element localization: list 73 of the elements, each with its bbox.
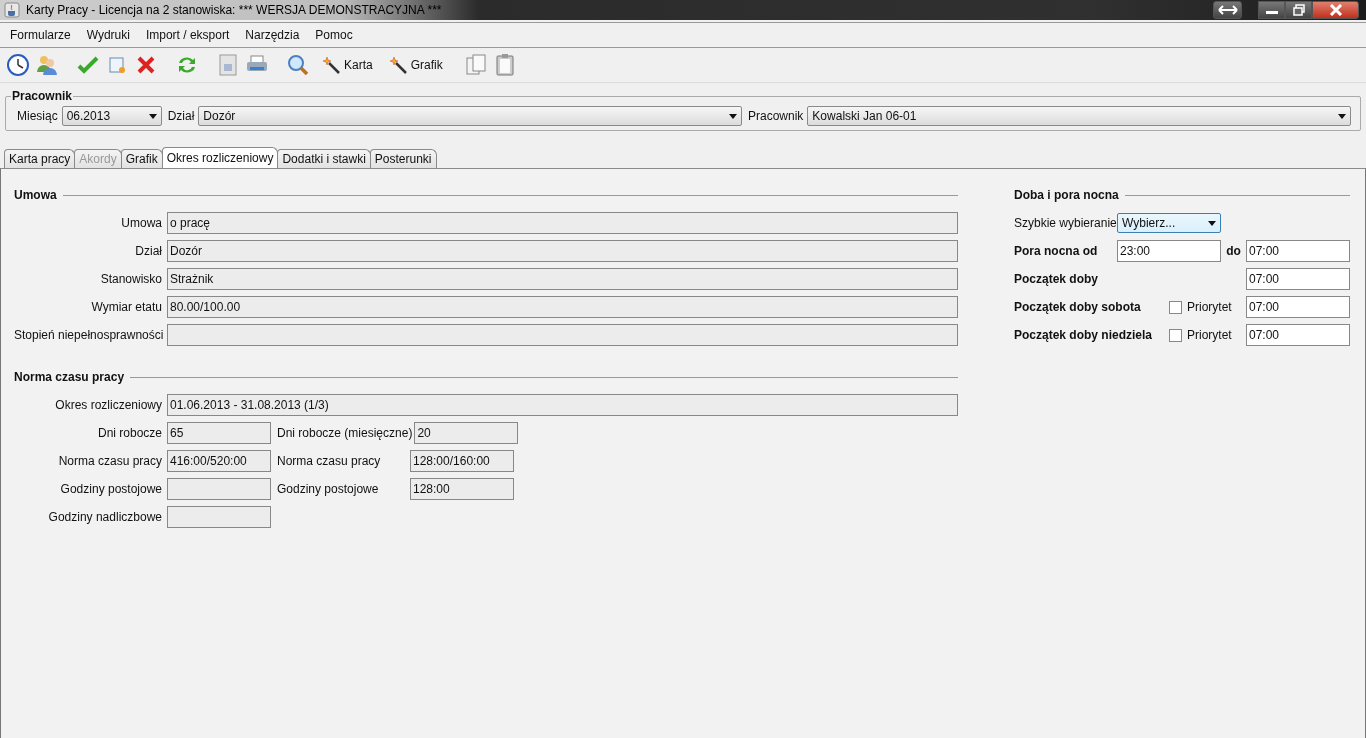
field-label: Norma czasu pracy [57,454,162,468]
dropdown[interactable]: Wybierz... [1117,213,1221,233]
read-only-field: 20 [414,422,519,444]
field-label: Dział [134,244,162,258]
resize-arrows-icon[interactable] [1213,1,1242,19]
read-only-field: Dozór [167,240,958,262]
field-label: do [1225,244,1242,258]
close-button[interactable] [1312,1,1359,19]
read-only-field: 65 [167,422,271,444]
field-label: Pora nocna od [1014,244,1099,258]
section-title: Doba i pora nocna [1014,188,1119,202]
maximize-button[interactable] [1285,1,1312,19]
time-field[interactable]: 07:00 [1246,268,1350,290]
field-label: Dni robocze (miesięczne) [277,426,413,440]
field-label: Godziny postojowe [59,482,162,496]
close-icon [1328,4,1343,16]
read-only-field: Strażnik [167,268,958,290]
read-only-field: 128:00 [410,478,514,500]
dropdown[interactable]: Kowalski Jan 06-01 [807,106,1351,126]
minimize-button[interactable] [1258,1,1285,19]
field-label: Stanowisko [99,272,162,286]
section-title: Umowa [14,188,57,202]
field-label: Okres rozliczeniowy [54,398,162,412]
section-title: Norma czasu pracy [14,370,125,384]
time-field[interactable]: 23:00 [1117,240,1221,262]
field-label: Umowa [120,216,162,230]
field-label: Miesiąc [17,109,58,123]
field-label: Początek doby sobota [1014,300,1142,314]
menu-item[interactable]: Narzędzia [245,28,300,42]
tab[interactable]: Dodatki i stawki [277,149,371,168]
checkbox[interactable] [1169,328,1182,342]
field-label: Godziny nadliczbowe [47,510,162,524]
wizard-button[interactable]: Grafik [388,52,443,78]
tab[interactable]: Karta pracy [4,149,76,168]
read-only-field: o pracę [167,212,958,234]
java-cup-icon [4,2,20,18]
restore-icon [1292,4,1305,16]
wizard-button[interactable]: Karta [322,52,373,78]
field-label: Norma czasu pracy [277,454,382,468]
checkbox[interactable] [1169,300,1182,314]
time-field[interactable]: 07:00 [1246,324,1350,346]
clock-icon[interactable] [5,52,31,78]
tab[interactable]: Grafik [120,149,163,168]
tab[interactable]: Okres rozliczeniowy [161,147,279,168]
dropdown[interactable]: 06.2013 [61,106,162,126]
field-label: Dział [167,109,195,123]
menu-item[interactable]: Pomoc [315,28,353,42]
window-title: Karty Pracy - Licencja na 2 stanowiska: *** WERSJA DEMONSTRACYJNA *** [26,3,442,17]
search-icon[interactable] [285,52,311,78]
field-label: Wymiar etatu [90,300,162,314]
menu-item[interactable]: Import / eksport [145,28,230,42]
checkbox-label: Priorytet [1187,300,1233,314]
dropdown[interactable]: Dozór [198,106,742,126]
checkbox-label: Priorytet [1187,328,1233,342]
field-label: Szybkie wybieranie [1014,216,1117,230]
read-only-field: 128:00/160:00 [410,450,514,472]
wand-icon [388,56,407,74]
field-label: Godziny postojowe [277,482,380,496]
field-label: Początek doby niedziela [1014,328,1154,342]
tab[interactable]: Posterunki [369,149,437,168]
wand-icon [322,56,340,74]
field-label: Dni robocze [96,426,162,440]
group-title: Pracownik [11,89,74,103]
read-only-field: 416:00/520:00 [167,450,271,472]
time-field[interactable]: 07:00 [1246,296,1350,318]
menu-item[interactable]: Formularze [10,28,71,42]
menu-item[interactable]: Wydruki [86,28,130,42]
field-label: Pracownik [748,109,804,123]
time-field[interactable]: 07:00 [1246,240,1350,262]
read-only-field: 01.06.2013 - 31.08.2013 (1/3) [167,394,958,416]
field-label: Początek doby [1014,272,1100,286]
field-label: Stopień niepełnosprawności [14,328,162,342]
read-only-field: 80.00/100.00 [167,296,958,318]
